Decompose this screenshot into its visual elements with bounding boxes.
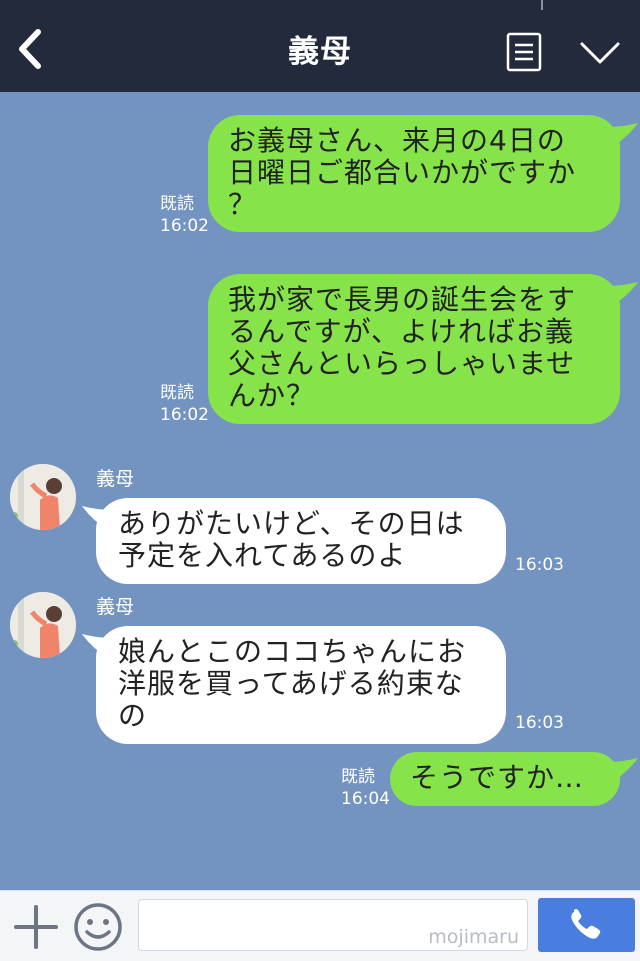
read-receipt: 既読	[341, 767, 375, 787]
list-icon	[506, 32, 542, 72]
message-bubble[interactable]: お義母さん、来月の4日の 日曜日ご都合いかがですか ？	[208, 115, 620, 232]
message-meta: 既読 16:04	[341, 766, 390, 810]
message-line: るんですが、よければお義	[228, 315, 575, 348]
message-line: 洋服を買ってあげる約束な	[118, 667, 464, 700]
dropdown-button[interactable]	[578, 38, 622, 68]
plus-icon	[14, 905, 58, 949]
person-avatar-icon	[10, 464, 76, 530]
message-line: ありがたいけど、その日は	[118, 507, 465, 540]
sender-name: 義母	[96, 468, 135, 490]
message-line: の	[118, 699, 148, 732]
message-time: 16:03	[515, 555, 564, 575]
read-receipt: 既読	[160, 383, 194, 403]
message-time: 16:02	[160, 405, 209, 425]
message-line: ？	[228, 188, 258, 221]
person-avatar-icon	[10, 592, 76, 658]
message-meta: 既読 16:02	[160, 382, 209, 426]
phone-icon	[571, 909, 601, 939]
smiley-icon	[74, 903, 122, 951]
status-bar-fragment	[541, 0, 543, 10]
avatar[interactable]	[10, 592, 76, 658]
message-bubble[interactable]: 娘んとこのココちゃんにお 洋服を買ってあげる約束な の	[96, 626, 506, 744]
message-line: んか？	[228, 379, 316, 412]
message-time: 16:02	[160, 216, 209, 236]
message-line: そうですか…	[410, 761, 585, 794]
bubble-tail	[82, 634, 112, 658]
avatar[interactable]	[10, 464, 76, 530]
message-bubble[interactable]: 我が家で長男の誕生会をす るんですが、よければお義 父さんといらっしゃいませ ん…	[208, 274, 620, 424]
add-button[interactable]	[12, 903, 60, 951]
message-time: 16:04	[341, 789, 390, 809]
bubble-tail	[608, 282, 638, 306]
message-line: 予定を入れてあるのよ	[118, 539, 407, 572]
chat-area[interactable]: お義母さん、来月の4日の 日曜日ご都合いかがですか ？ 既読 16:02 我が家…	[0, 92, 640, 890]
message-bubble[interactable]: ありがたいけど、その日は 予定を入れてあるのよ	[96, 498, 506, 584]
message-line: 日曜日ご都合いかがですか	[228, 156, 577, 189]
call-button[interactable]	[538, 898, 635, 952]
chat-header: 義母	[0, 0, 640, 92]
message-line: 娘んとこのココちゃんにお	[118, 635, 467, 668]
message-bubble[interactable]: そうですか…	[390, 752, 620, 806]
chat-title: 義母	[288, 34, 352, 70]
chevron-down-icon	[580, 42, 620, 64]
message-line: 我が家で長男の誕生会をす	[228, 283, 577, 316]
menu-button[interactable]	[506, 32, 542, 72]
sender-name: 義母	[96, 596, 135, 618]
read-receipt: 既読	[160, 194, 194, 214]
bubble-tail	[608, 123, 638, 147]
message-line: 父さんといらっしゃいませ	[228, 347, 576, 380]
message-time: 16:03	[515, 713, 564, 733]
bubble-tail	[608, 758, 638, 782]
message-line: お義母さん、来月の4日の	[228, 124, 566, 157]
input-bar: mojimaru	[0, 890, 640, 961]
emoji-button[interactable]	[72, 901, 124, 953]
watermark: mojimaru	[428, 926, 519, 948]
bubble-tail	[82, 506, 112, 530]
message-input[interactable]: mojimaru	[138, 899, 528, 951]
message-meta: 既読 16:02	[160, 193, 209, 237]
